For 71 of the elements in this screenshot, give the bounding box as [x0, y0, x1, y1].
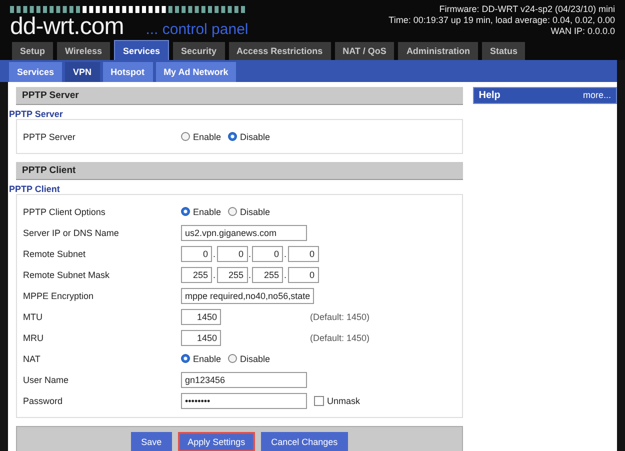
field-label: User Name: [23, 374, 70, 384]
ip-octet-field[interactable]: 255: [252, 266, 284, 282]
uptime-text: Time: 00:19:37 up 19 min, load average: 0.04, 0.02, 0.00: [388, 15, 615, 26]
default-hint: (Default: 1450): [310, 312, 370, 322]
radio-label: Disable: [240, 354, 270, 364]
ip-octet-field[interactable]: 0: [288, 246, 319, 262]
field-label: Password: [23, 396, 64, 406]
field-label: Server IP or DNS Name: [23, 228, 120, 238]
sub-tab[interactable]: Services: [9, 62, 62, 82]
ip-octet-field[interactable]: 255: [216, 266, 248, 282]
firmware-text: Firmware: DD-WRT v24-sp2 (04/23/10) mini: [439, 4, 615, 15]
field-label: PPTP Server: [23, 132, 76, 142]
tab[interactable]: Wireless: [57, 42, 110, 60]
radio-label: Disable: [240, 132, 270, 142]
tab[interactable]: Access Restrictions: [228, 42, 331, 60]
tab[interactable]: Setup: [12, 42, 54, 60]
radio-label: Enable: [193, 206, 222, 216]
octet-separator: .: [213, 270, 216, 280]
radio-button[interactable]: [181, 354, 190, 363]
checkbox-label: Unmask: [327, 396, 360, 406]
octet-separator: .: [284, 248, 287, 258]
octet-separator: .: [248, 270, 252, 280]
octet-separator: .: [213, 248, 216, 258]
ip-octet-field[interactable]: 0: [288, 266, 319, 282]
input-field[interactable]: 1450: [181, 330, 221, 346]
field-label: PPTP Client Options: [23, 206, 106, 216]
section-heading: PPTP Server: [16, 87, 463, 105]
checkbox[interactable]: [314, 396, 324, 406]
radio-button[interactable]: [228, 207, 238, 216]
radio-button[interactable]: [181, 132, 190, 141]
tab[interactable]: Administration: [398, 42, 478, 60]
action-button[interactable]: Save: [131, 432, 172, 451]
octet-separator: .: [284, 270, 287, 280]
radio-label: Enable: [193, 132, 222, 142]
ip-octet-field[interactable]: 0: [216, 246, 248, 262]
more-link[interactable]: more...: [582, 90, 611, 101]
field-label: MTU: [23, 312, 44, 322]
octet-separator: .: [248, 248, 252, 258]
input-field[interactable]: mppe required,no40,no56,state: [181, 288, 314, 304]
field-label: Remote Subnet Mask: [23, 270, 111, 280]
tagline: ... control panel: [146, 21, 248, 38]
password-field[interactable]: ••••••••: [181, 392, 307, 408]
sub-tab[interactable]: Hotspot: [102, 62, 153, 82]
logo: dd-wrt.com: [10, 14, 124, 40]
field-label: MPPE Encryption: [23, 290, 95, 300]
field-label: NAT: [23, 354, 42, 364]
tab[interactable]: Services: [114, 40, 170, 60]
ip-octet-field[interactable]: 0: [252, 246, 284, 262]
default-hint: (Default: 1450): [310, 332, 370, 342]
wan-ip-text: WAN IP: 0.0.0.0: [550, 26, 615, 37]
input-field[interactable]: us2.vpn.giganews.com: [181, 224, 307, 240]
field-label: Remote Subnet: [23, 248, 87, 258]
sub-tab[interactable]: My Ad Network: [156, 62, 236, 82]
action-button[interactable]: Apply Settings: [178, 432, 256, 451]
tab[interactable]: Security: [173, 42, 225, 60]
radio-label: Enable: [193, 354, 222, 364]
help-title: Help: [478, 90, 500, 101]
radio-label: Disable: [240, 206, 270, 216]
ip-octet-field[interactable]: 255: [181, 266, 212, 282]
radio-button[interactable]: [181, 207, 190, 216]
section-heading: PPTP Client: [16, 162, 463, 180]
radio-button[interactable]: [228, 132, 238, 141]
tab[interactable]: Status: [482, 42, 526, 60]
tab[interactable]: NAT / QoS: [334, 42, 394, 60]
field-label: MRU: [23, 332, 44, 342]
input-field[interactable]: gn123456: [181, 372, 307, 388]
ip-octet-field[interactable]: 0: [181, 246, 212, 262]
input-field[interactable]: 1450: [181, 308, 221, 324]
radio-button[interactable]: [228, 354, 238, 363]
sub-tab[interactable]: VPN: [65, 62, 100, 82]
action-button[interactable]: Cancel Changes: [261, 432, 348, 451]
